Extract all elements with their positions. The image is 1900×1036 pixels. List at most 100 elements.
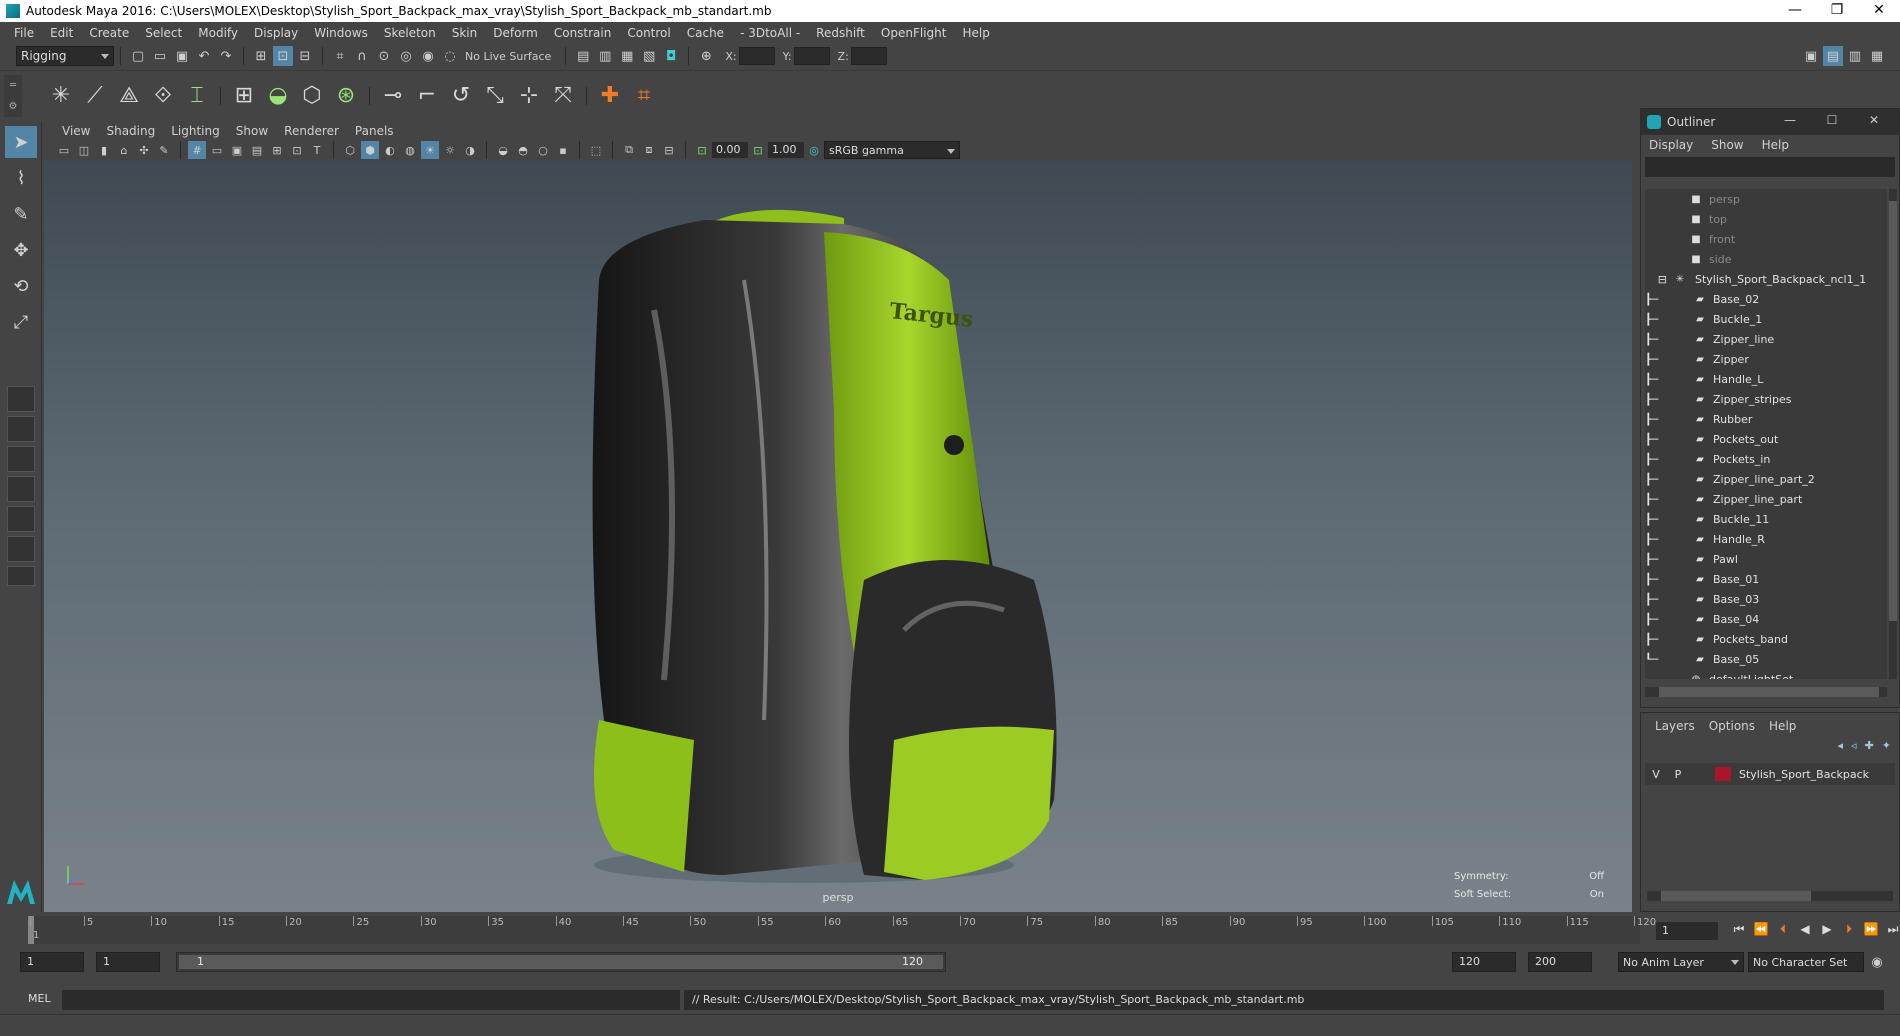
film-gate-icon[interactable]: ▭ <box>208 141 226 159</box>
select-camera-icon[interactable]: ▭ <box>55 141 73 159</box>
aim-constraint-icon[interactable]: ⌐ <box>412 79 442 113</box>
viewport-menu-view[interactable]: View <box>54 124 98 138</box>
menu-modify[interactable]: Modify <box>190 26 246 40</box>
cluster-icon[interactable]: ◒ <box>263 79 293 113</box>
transform-input-icon[interactable]: ⊕ <box>696 46 716 66</box>
tree-item-mesh[interactable]: ┠─ ▰ Pockets_out <box>1645 429 1887 449</box>
move-layer-down-icon[interactable]: ◃ <box>1851 739 1857 759</box>
tree-item-light-set[interactable]: ◍ defaultLightSet <box>1645 669 1887 680</box>
outliner-horizontal-scrollbar[interactable] <box>1645 687 1887 697</box>
mirror-joint-icon[interactable]: ⌶ <box>182 79 212 113</box>
playback-end-field[interactable]: 120 <box>1452 952 1516 972</box>
snap-surface-icon[interactable]: ◉ <box>418 46 438 66</box>
four-view-layout-icon[interactable] <box>7 416 35 442</box>
menu-create[interactable]: Create <box>81 26 137 40</box>
camera-attributes-icon[interactable]: ◫ <box>75 141 93 159</box>
modeling-toolkit-icon[interactable]: ▣ <box>1801 46 1821 66</box>
two-d-pan-icon[interactable]: ✣ <box>135 141 153 159</box>
lasso-tool-icon[interactable]: ⌇ <box>5 162 37 194</box>
save-scene-icon[interactable]: ▣ <box>172 46 192 66</box>
snap-view-icon[interactable]: ◎ <box>396 46 416 66</box>
perspective-viewport[interactable]: Targus Symmetry: Off Soft Select: On per… <box>44 160 1632 912</box>
tree-item-camera[interactable]: ■ front <box>1645 229 1887 249</box>
tree-item-mesh[interactable]: ┠─ ▰ Pockets_in <box>1645 449 1887 469</box>
play-backwards-icon[interactable]: ◀ <box>1796 922 1814 937</box>
outliner-minimize-button[interactable]: — <box>1769 113 1811 127</box>
channel-box-icon[interactable]: ▦ <box>1867 46 1887 66</box>
tree-item-mesh[interactable]: ┠─ ▰ Rubber <box>1645 409 1887 429</box>
scale-constraint-icon[interactable]: ⤡ <box>480 79 510 113</box>
layer-menu-help[interactable]: Help <box>1769 719 1796 733</box>
wireframe-on-shaded-icon[interactable]: ◐ <box>381 141 399 159</box>
paint-select-icon[interactable]: ✎ <box>5 198 37 230</box>
go-to-start-icon[interactable]: ⏮ <box>1730 922 1748 937</box>
tree-item-group[interactable]: ⊟ ✳ Stylish_Sport_Backpack_ncl1_1 <box>1645 269 1887 289</box>
animation-end-field[interactable]: 200 <box>1528 952 1592 972</box>
tree-item-mesh[interactable]: ┠─ ▰ Zipper_line_part <box>1645 489 1887 509</box>
persp-outliner-layout-icon[interactable] <box>7 446 35 472</box>
layer-color-swatch[interactable] <box>1715 767 1731 781</box>
scale-tool-icon[interactable]: ⤢ <box>5 306 37 338</box>
scrollbar-thumb[interactable] <box>1659 687 1879 697</box>
step-back-key-icon[interactable]: ⏪ <box>1752 922 1770 937</box>
tree-item-mesh[interactable]: ┠─ ▰ Zipper_stripes <box>1645 389 1887 409</box>
layer-horizontal-scrollbar[interactable] <box>1647 891 1893 901</box>
menu-deform[interactable]: Deform <box>485 26 546 40</box>
ipr-render-icon[interactable]: ▦ <box>617 46 637 66</box>
tree-item-mesh[interactable]: ┠─ ▰ Buckle_1 <box>1645 309 1887 329</box>
scrollbar-thumb[interactable] <box>1661 891 1811 901</box>
restore-button[interactable]: ❐ <box>1816 0 1858 22</box>
depth-of-field-icon[interactable]: ○ <box>534 141 552 159</box>
range-slider-handle[interactable] <box>179 955 943 969</box>
menu-skin[interactable]: Skin <box>444 26 486 40</box>
ik-spline-icon[interactable]: ⟁ <box>114 79 144 113</box>
exposure-field[interactable]: 0.00 <box>712 142 748 158</box>
orient-constraint-icon[interactable]: ↺ <box>446 79 476 113</box>
character-set-dropdown[interactable]: No Character Set <box>1748 952 1864 972</box>
time-slider-track[interactable]: 1 5 10 15 20 25 30 35 40 45 50 55 60 65 70 75 80 85 90 95 10… <box>28 916 1656 944</box>
point-constraint-icon[interactable]: ⊸ <box>378 79 408 113</box>
tree-item-mesh[interactable]: ┠─ ▰ Base_02 <box>1645 289 1887 309</box>
menu-redshift[interactable]: Redshift <box>808 26 873 40</box>
extra-layout-icon[interactable] <box>7 566 35 586</box>
custom-layout-icon[interactable] <box>7 536 35 562</box>
grease-pencil-icon[interactable]: ✎ <box>155 141 173 159</box>
persp-graph-layout-icon[interactable] <box>7 476 35 502</box>
open-scene-icon[interactable]: ▭ <box>150 46 170 66</box>
hypershade-layout-icon[interactable] <box>7 506 35 532</box>
tree-item-mesh[interactable]: ┠─ ▰ Base_04 <box>1645 609 1887 629</box>
xray-components-icon[interactable]: ⧈ <box>640 141 658 159</box>
minimize-button[interactable]: — <box>1774 0 1816 22</box>
grid-icon[interactable]: # <box>188 141 206 159</box>
pole-vector-icon[interactable]: ⤧ <box>548 79 578 113</box>
layer-menu-layers[interactable]: Layers <box>1655 719 1695 733</box>
menu-control[interactable]: Control <box>619 26 678 40</box>
attribute-editor-icon[interactable]: ▤ <box>1823 46 1843 66</box>
current-frame-field[interactable]: 1 <box>1656 922 1718 940</box>
anim-layer-dropdown[interactable]: No Anim Layer <box>1618 952 1744 972</box>
layer-playback-toggle[interactable]: P <box>1667 768 1689 781</box>
gamma-field[interactable]: 1.00 <box>768 142 804 158</box>
auto-key-icon[interactable]: ◉ <box>1867 952 1887 972</box>
script-language-button[interactable]: MEL <box>28 992 51 1005</box>
wrap-icon[interactable]: ⊛ <box>331 79 361 113</box>
step-back-frame-icon[interactable]: ⏴ <box>1774 922 1792 937</box>
ambient-occlusion-icon[interactable]: ◑ <box>461 141 479 159</box>
field-chart-icon[interactable]: ⊞ <box>268 141 286 159</box>
resolution-gate-icon[interactable]: ▣ <box>228 141 246 159</box>
menu-cache[interactable]: Cache <box>679 26 732 40</box>
close-button[interactable]: ✕ <box>1858 0 1900 22</box>
scrollbar-thumb[interactable] <box>1889 201 1897 621</box>
menu-3dtoall[interactable]: - 3DtoAll - <box>732 26 808 40</box>
playback-start-field[interactable]: 1 <box>96 952 160 972</box>
insert-joint-icon[interactable]: ⟐ <box>148 79 178 113</box>
tree-item-mesh[interactable]: ┠─ ▰ Zipper <box>1645 349 1887 369</box>
textured-icon[interactable]: ◍ <box>401 141 419 159</box>
menu-edit[interactable]: Edit <box>42 26 81 40</box>
viewport-menu-lighting[interactable]: Lighting <box>163 124 228 138</box>
color-management-icon[interactable]: ◎ <box>805 141 823 159</box>
x-field[interactable] <box>738 47 775 65</box>
viewport-menu-show[interactable]: Show <box>228 124 276 138</box>
command-input[interactable] <box>62 990 680 1010</box>
tree-item-mesh[interactable]: ┠─ ▰ Base_03 <box>1645 589 1887 609</box>
